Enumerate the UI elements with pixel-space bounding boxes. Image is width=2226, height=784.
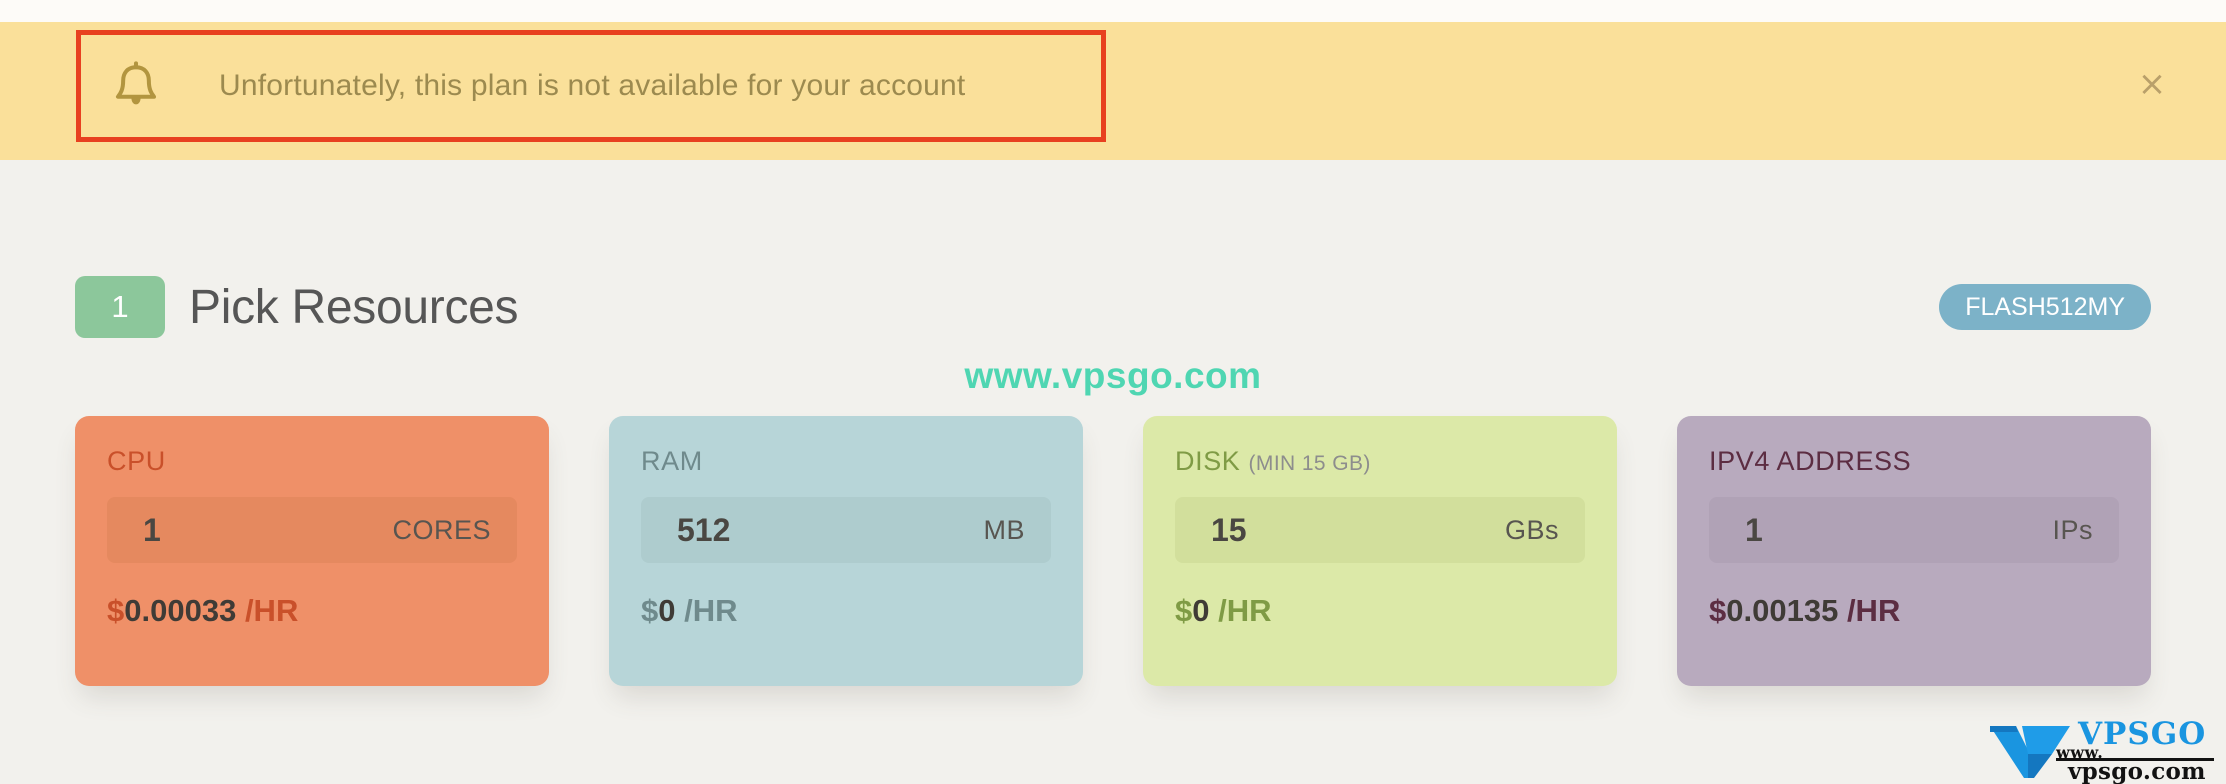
watermark-url: www.vpsgo.com — [964, 355, 1262, 396]
resource-card-ram[interactable]: RAM 512 MB $0 /HR — [609, 416, 1083, 686]
currency-symbol: $ — [1709, 593, 1727, 628]
notification-banner: Unfortunately, this plan is not availabl… — [0, 22, 2226, 160]
disk-price: $0 /HR — [1175, 593, 1585, 629]
price-period: /HR — [1846, 593, 1901, 628]
cpu-quantity-value: 1 — [143, 511, 161, 548]
price-amount: 0.00033 — [124, 593, 237, 628]
resource-sublabel: (MIN 15 GB) — [1248, 452, 1371, 475]
disk-quantity-input[interactable]: 15 GBs — [1175, 497, 1585, 563]
cpu-unit-label: CORES — [392, 514, 491, 545]
resource-label-text: DISK — [1175, 446, 1241, 476]
price-period: /HR — [684, 593, 738, 628]
resource-label-ram: RAM — [641, 446, 1051, 477]
price-period: /HR — [1218, 593, 1272, 628]
disk-quantity-value: 15 — [1211, 511, 1247, 548]
resource-label-text: RAM — [641, 446, 703, 476]
resource-card-cpu[interactable]: CPU 1 CORES $0.00033 /HR — [75, 416, 549, 686]
section-header: 1 Pick Resources FLASH512MY — [75, 272, 2151, 342]
banner-content: Unfortunately, this plan is not availabl… — [81, 35, 1101, 137]
ipv4-price: $0.00135 /HR — [1709, 593, 2119, 629]
price-amount: 0 — [1192, 593, 1210, 628]
ipv4-unit-label: IPs — [2052, 514, 2093, 545]
resource-label-cpu: CPU — [107, 446, 517, 477]
ipv4-quantity-input[interactable]: 1 IPs — [1709, 497, 2119, 563]
resource-label-text: IPV4 ADDRESS — [1709, 446, 1912, 476]
cpu-quantity-input[interactable]: 1 CORES — [107, 497, 517, 563]
currency-symbol: $ — [107, 593, 125, 628]
currency-symbol: $ — [641, 593, 659, 628]
ram-quantity-value: 512 — [677, 511, 731, 548]
price-amount: 0 — [658, 593, 676, 628]
disk-unit-label: GBs — [1504, 514, 1559, 545]
resource-label-disk: DISK (MIN 15 GB) — [1175, 446, 1585, 477]
currency-symbol: $ — [1175, 593, 1193, 628]
bell-icon — [115, 61, 157, 105]
ram-unit-label: MB — [983, 514, 1025, 545]
logo-domain-text: vpsgo.com — [2068, 758, 2206, 784]
page-title: Pick Resources — [189, 280, 519, 334]
annotation-highlight-box: Unfortunately, this plan is not availabl… — [76, 30, 1106, 142]
page-root: Unfortunately, this plan is not availabl… — [0, 0, 2226, 784]
resource-label-ipv4: IPV4 ADDRESS — [1709, 446, 2119, 477]
page-body: www.vpsgo.com 1 Pick Resources FLASH512M… — [0, 160, 2226, 784]
resource-label-text: CPU — [107, 446, 166, 476]
ram-quantity-input[interactable]: 512 MB — [641, 497, 1051, 563]
banner-message: Unfortunately, this plan is not availabl… — [219, 69, 966, 102]
cpu-price: $0.00033 /HR — [107, 593, 517, 629]
ram-price: $0 /HR — [641, 593, 1051, 629]
price-amount: 0.00135 — [1726, 593, 1839, 628]
close-icon[interactable]: × — [2134, 66, 2170, 102]
resource-card-disk[interactable]: DISK (MIN 15 GB) 15 GBs $0 /HR — [1143, 416, 1617, 686]
price-period: /HR — [244, 593, 299, 628]
plan-code-badge[interactable]: FLASH512MY — [1939, 284, 2151, 330]
vpsgo-logo: VPSGO www. vpsgo.com — [1982, 716, 2218, 784]
step-number-badge: 1 — [75, 276, 165, 338]
resource-cards: CPU 1 CORES $0.00033 /HR RAM 512 MB $0 /… — [75, 416, 2151, 686]
ipv4-quantity-value: 1 — [1745, 511, 1763, 548]
top-strip — [0, 0, 2226, 22]
resource-card-ipv4[interactable]: IPV4 ADDRESS 1 IPs $0.00135 /HR — [1677, 416, 2151, 686]
